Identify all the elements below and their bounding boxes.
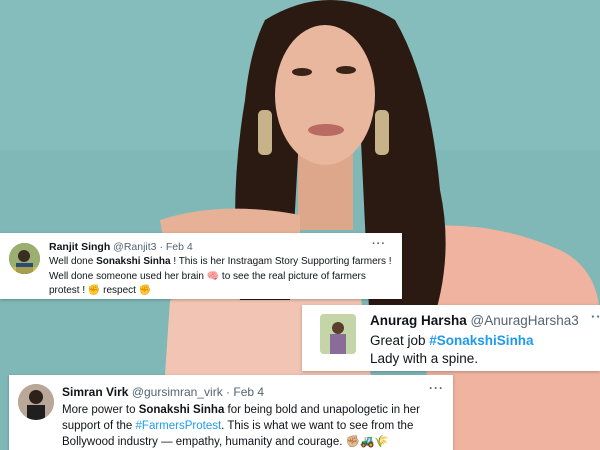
- right-earring: [375, 110, 389, 155]
- mention-link[interactable]: Sonakshi Sinha: [139, 404, 225, 416]
- wheat-icon: 🌾: [374, 436, 389, 448]
- user-handle[interactable]: @AnuragHarsha3: [471, 313, 579, 328]
- display-name[interactable]: Anurag Harsha: [370, 313, 467, 328]
- user-handle[interactable]: @Ranjit3: [113, 241, 156, 253]
- separator-dot: ·: [226, 385, 231, 399]
- separator-dot: ·: [159, 241, 163, 253]
- text-segment: Great job: [370, 333, 430, 348]
- avatar[interactable]: [9, 243, 40, 274]
- tweet-header: Anurag Harsha @AnuragHarsha3: [370, 313, 579, 328]
- face: [275, 25, 375, 165]
- tractor-icon: 🚜: [359, 436, 375, 448]
- tweet-card-ranjit[interactable]: Ranjit Singh @Ranjit3 · Feb 4 ··· Well d…: [0, 233, 402, 299]
- avatar-image: [320, 314, 356, 354]
- avatar-image: [18, 384, 54, 420]
- more-options-icon[interactable]: ···: [429, 381, 444, 395]
- left-eye: [292, 68, 312, 76]
- tweet-text: Great job #SonakshiSinha Lady with a spi…: [370, 332, 598, 368]
- lips: [308, 124, 344, 136]
- tweet-header: Simran Virk @gursimran_virk · Feb 4: [62, 385, 264, 399]
- text-segment: More power to: [62, 404, 139, 416]
- avatar[interactable]: [18, 384, 54, 420]
- text-segment: Lady with a spine.: [370, 351, 479, 366]
- tweet-card-simran[interactable]: Simran Virk @gursimran_virk · Feb 4 ··· …: [9, 375, 453, 450]
- display-name[interactable]: Ranjit Singh: [49, 241, 110, 253]
- tweet-text: Well done Sonakshi Sinha ! This is her I…: [49, 255, 397, 299]
- mention-link[interactable]: Sonakshi Sinha: [96, 256, 170, 267]
- raised-fist-icon: ✊: [138, 285, 152, 296]
- left-earring: [258, 110, 272, 155]
- hashtag-link[interactable]: #FarmersProtest: [136, 420, 222, 432]
- display-name[interactable]: Simran Virk: [62, 385, 128, 399]
- tweet-date[interactable]: Feb 4: [166, 241, 193, 253]
- text-segment: respect: [100, 285, 139, 296]
- hashtag-link[interactable]: #SonakshiSinha: [429, 333, 533, 348]
- avatar[interactable]: [320, 314, 356, 354]
- text-segment: Well done: [49, 256, 97, 267]
- tweet-header: Ranjit Singh @Ranjit3 · Feb 4: [49, 241, 193, 253]
- raised-fist-icon: ✊🏼: [345, 436, 360, 448]
- raised-fist-icon: ✊: [87, 285, 101, 296]
- tweet-text: More power to Sonakshi Sinha for being b…: [62, 402, 450, 450]
- user-handle[interactable]: @gursimran_virk: [132, 385, 223, 399]
- tweet-card-anurag[interactable]: Anurag Harsha @AnuragHarsha3 ··· Great j…: [302, 305, 600, 371]
- more-options-icon[interactable]: ···: [372, 238, 386, 250]
- avatar-image: [9, 243, 40, 274]
- brain-icon: 🧠: [206, 270, 220, 282]
- more-options-icon[interactable]: ···: [591, 309, 600, 324]
- right-eye: [336, 66, 356, 74]
- tweet-date[interactable]: Feb 4: [233, 385, 264, 399]
